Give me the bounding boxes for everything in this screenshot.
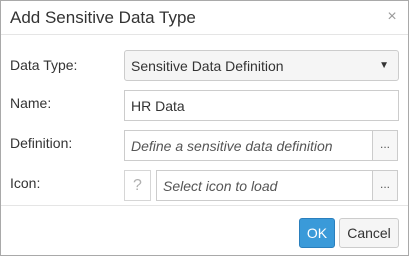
question-mark-icon: ? (124, 170, 151, 201)
name-field[interactable]: HR Data (124, 90, 399, 121)
dialog-header: Add Sensitive Data Type × (1, 1, 408, 35)
ok-button[interactable]: OK (299, 218, 335, 248)
icon-label: Icon: (10, 175, 41, 191)
data-type-label: Data Type: (10, 57, 78, 73)
dialog-title: Add Sensitive Data Type (10, 8, 196, 27)
definition-field[interactable]: Define a sensitive data definition (124, 130, 373, 161)
data-type-select[interactable]: Sensitive Data Definition ▼ (124, 50, 399, 81)
name-label: Name: (10, 95, 52, 111)
cancel-button[interactable]: Cancel (339, 218, 399, 248)
name-value: HR Data (131, 98, 185, 114)
chevron-down-icon: ▼ (379, 60, 389, 71)
definition-label: Definition: (10, 135, 73, 151)
data-type-value: Sensitive Data Definition (131, 58, 284, 74)
definition-placeholder: Define a sensitive data definition (131, 138, 333, 154)
definition-browse-button[interactable]: ... (372, 130, 398, 161)
icon-field[interactable]: Select icon to load (156, 170, 373, 201)
close-icon[interactable]: × (385, 8, 399, 26)
dialog-footer: OK Cancel (1, 205, 408, 256)
icon-placeholder: Select icon to load (163, 178, 278, 194)
add-sensitive-data-type-dialog: Add Sensitive Data Type × Data Type: Sen… (0, 0, 409, 256)
icon-browse-button[interactable]: ... (372, 170, 398, 201)
